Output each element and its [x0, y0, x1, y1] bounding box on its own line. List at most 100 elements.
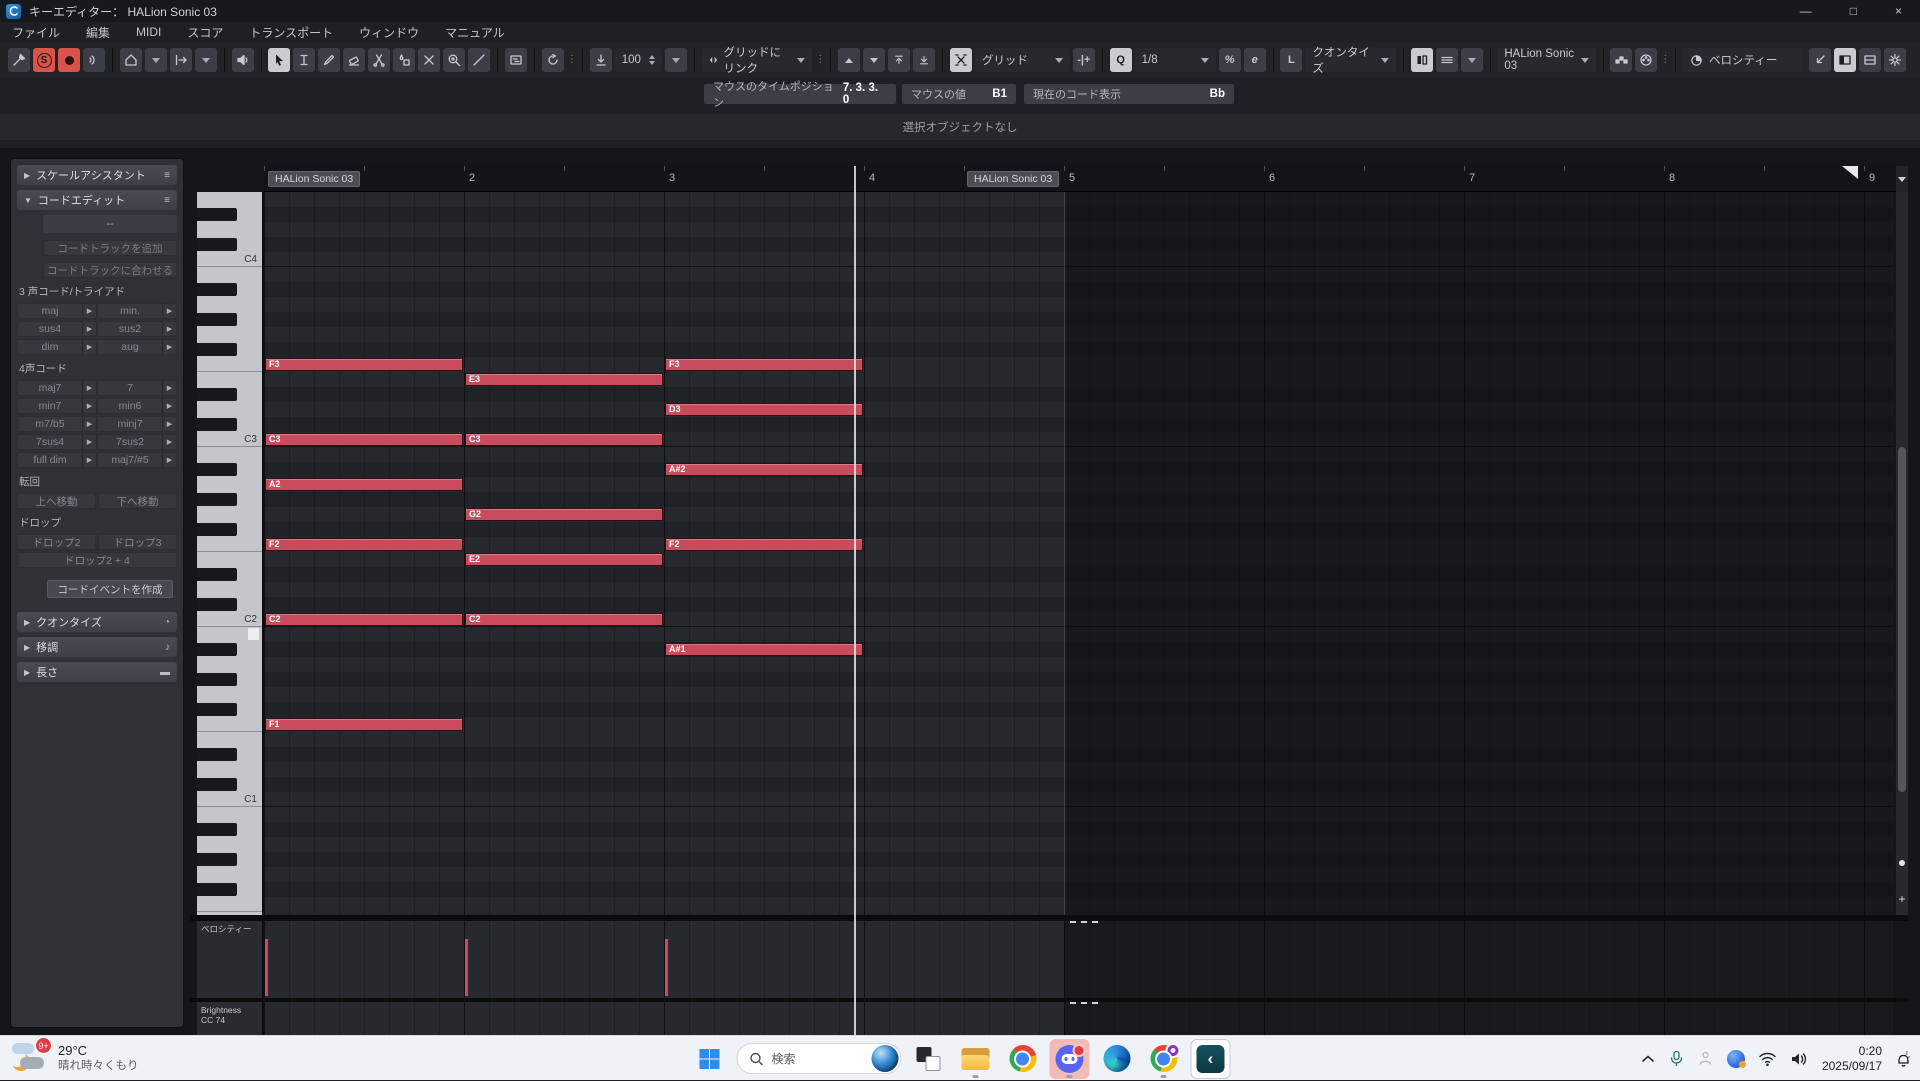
section-length[interactable]: ▶長さ▬	[17, 662, 177, 682]
file-explorer-icon[interactable]	[956, 1039, 996, 1079]
zoom-in-button[interactable]: +	[1896, 892, 1908, 906]
chord-arrow-button[interactable]: ▶	[162, 452, 177, 468]
wifi-icon[interactable]	[1758, 1051, 1777, 1067]
volume-icon[interactable]	[1790, 1051, 1809, 1067]
piano-key[interactable]	[197, 732, 262, 747]
tray-chevron-up-icon[interactable]	[1640, 1051, 1656, 1067]
snap-relative-icon[interactable]: -|+	[1073, 48, 1095, 72]
quantize-preset-field[interactable]: 1/8	[1135, 48, 1216, 72]
vertical-scrollbar[interactable]: +	[1896, 192, 1908, 915]
piano-key[interactable]	[197, 462, 262, 477]
close-button[interactable]: ×	[1895, 4, 1902, 18]
notification-bell-icon[interactable]: zz	[1895, 1050, 1912, 1068]
timeline-ruler[interactable]: HALion Sonic 03 HALion Sonic 03 23456789	[264, 166, 1908, 192]
piano-key[interactable]: C3	[197, 432, 262, 447]
length-more-dots[interactable]: ⋮	[815, 57, 823, 63]
chord-arrow-button[interactable]: ▶	[162, 434, 177, 450]
midi-note-F2-bar1[interactable]: F2	[265, 538, 463, 551]
autoscroll-icon[interactable]	[170, 48, 192, 72]
piano-key[interactable]	[197, 897, 262, 912]
weather-widget[interactable]: 9+ 29°C 晴れ時々くもり	[10, 1039, 139, 1077]
nudge-end-right-icon[interactable]	[913, 48, 935, 72]
line-tool[interactable]	[468, 48, 490, 72]
midi-note-A#1-bar3[interactable]: A#1	[665, 643, 863, 656]
midi-input-icon[interactable]	[1635, 48, 1657, 72]
chord-button-sus4[interactable]: sus4	[17, 321, 82, 337]
menu-トランスポート[interactable]: トランスポート	[249, 24, 333, 41]
section-quantize[interactable]: ▶クオンタイズ◔	[17, 612, 177, 632]
part-mode-dropdown[interactable]	[1461, 48, 1483, 72]
nudge-start-left-icon[interactable]	[838, 48, 860, 72]
piano-key[interactable]	[197, 642, 262, 657]
project-cursor[interactable]	[854, 166, 856, 1035]
chord-button-min6[interactable]: min6	[97, 398, 162, 414]
menu-編集[interactable]: 編集	[86, 24, 110, 41]
piano-key[interactable]	[197, 597, 262, 612]
step-input-icon[interactable]	[1610, 48, 1632, 72]
piano-key[interactable]	[197, 357, 262, 372]
midi-note-E3-bar2[interactable]: E3	[465, 373, 663, 386]
chord-arrow-button[interactable]: ▶	[82, 339, 97, 355]
chord-arrow-button[interactable]: ▶	[82, 416, 97, 432]
right-zone-toggle-icon[interactable]	[1859, 48, 1881, 72]
drop-button--2[interactable]: ドロップ2	[17, 534, 96, 550]
chord-button-7[interactable]: 7	[97, 380, 162, 396]
insert-velocity-dropdown[interactable]	[665, 48, 687, 72]
chord-arrow-button[interactable]: ▶	[162, 339, 177, 355]
piano-key[interactable]	[197, 537, 262, 552]
mute-tool[interactable]	[418, 48, 440, 72]
drop-button--3[interactable]: ドロップ3	[98, 534, 177, 550]
piano-key[interactable]	[197, 822, 262, 837]
chord-arrow-button[interactable]: ▶	[82, 380, 97, 396]
discord-icon-notification[interactable]	[1050, 1039, 1090, 1079]
midi-note-F3-bar1[interactable]: F3	[265, 358, 463, 371]
menu-スコア[interactable]: スコア	[187, 24, 223, 41]
chord-button-dim[interactable]: dim	[17, 339, 82, 355]
chord-arrow-button[interactable]: ▶	[162, 321, 177, 337]
event-colors-field[interactable]: ベロシティー	[1683, 48, 1803, 72]
people-icon[interactable]	[1697, 1050, 1714, 1067]
zoom-tool[interactable]	[443, 48, 465, 72]
clock[interactable]: 0:20 2025/09/17	[1822, 1044, 1882, 1074]
piano-key[interactable]	[197, 837, 262, 852]
minimize-button[interactable]: —	[1800, 4, 1812, 18]
piano-key[interactable]	[197, 402, 262, 417]
chord-arrow-button[interactable]: ▶	[82, 434, 97, 450]
velocity-stem-bar2[interactable]	[465, 939, 468, 996]
chord-button-7sus2[interactable]: 7sus2	[97, 434, 162, 450]
add-chord-track-button[interactable]: コードトラックを追加	[43, 240, 177, 256]
chrome-icon[interactable]	[1003, 1039, 1043, 1079]
independent-loop-icon[interactable]	[542, 48, 564, 72]
piano-key[interactable]	[197, 882, 262, 897]
velocity-lane[interactable]	[264, 921, 1893, 998]
setup-toolbar-gear-icon[interactable]	[1884, 48, 1906, 72]
mouse-position-dropdown[interactable]	[145, 48, 167, 72]
midi-note-A2-bar1[interactable]: A2	[265, 478, 463, 491]
controller-lane-label[interactable]: BrightnessCC 74	[197, 1002, 264, 1035]
snap-icon[interactable]	[950, 48, 972, 72]
piano-key[interactable]	[197, 237, 262, 252]
cubase-taskbar-icon-active[interactable]: ‹	[1191, 1039, 1231, 1079]
midi-note-C3-bar1[interactable]: C3	[265, 433, 463, 446]
section-transpose[interactable]: ▶移調♪	[17, 637, 177, 657]
midi-note-A#2-bar3[interactable]: A#2	[665, 463, 863, 476]
chord-arrow-button[interactable]: ▶	[82, 452, 97, 468]
split-tool[interactable]	[368, 48, 390, 72]
piano-key[interactable]	[197, 702, 262, 717]
midi-more-dots[interactable]: ⋮	[1660, 57, 1668, 63]
mouse-time-position-box[interactable]: マウスのタイムポジション7. 3. 3. 0	[704, 84, 896, 104]
midi-note-G2-bar2[interactable]: G2	[465, 508, 663, 521]
piano-key[interactable]	[197, 387, 262, 402]
chord-arrow-button[interactable]: ▶	[162, 398, 177, 414]
piano-key[interactable]	[197, 372, 262, 387]
chord-arrow-button[interactable]: ▶	[162, 416, 177, 432]
insert-velocity-field[interactable]: 100	[615, 48, 662, 72]
quantize-icon[interactable]: Q	[1110, 48, 1132, 72]
piano-key[interactable]	[197, 657, 262, 672]
nudge-end-left-icon[interactable]	[888, 48, 910, 72]
chord-button-maj7[interactable]: maj7	[17, 380, 82, 396]
current-chord-box[interactable]: 現在のコード表示Bb	[1024, 84, 1234, 104]
loop-more-dots[interactable]: ⋮	[567, 57, 575, 63]
chord-button-min7[interactable]: min7	[17, 398, 82, 414]
iterative-quantize-icon[interactable]: %	[1219, 48, 1241, 72]
